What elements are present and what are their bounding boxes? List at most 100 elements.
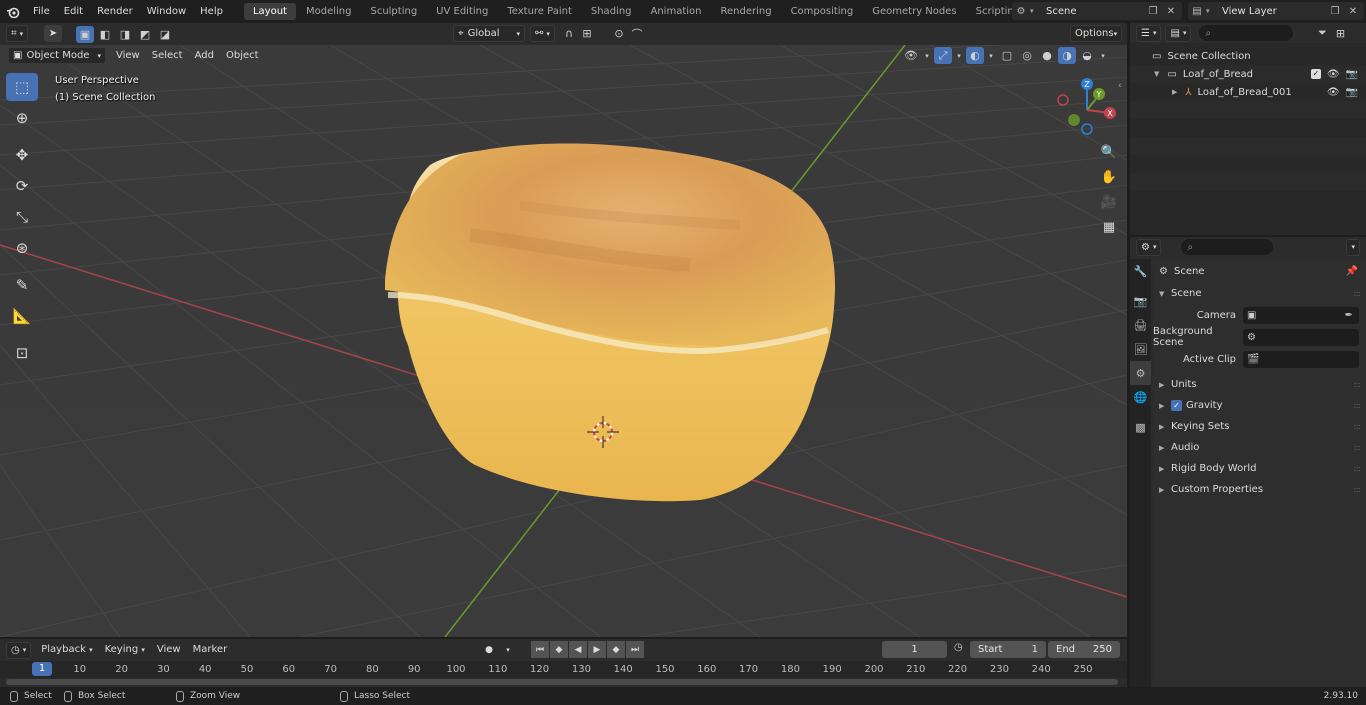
menu-edit[interactable]: Edit: [57, 0, 90, 23]
exclude-checkbox[interactable]: ✓: [1310, 68, 1321, 79]
navigation-gizmo[interactable]: Z Y X: [1052, 75, 1122, 145]
drag-grip-icon[interactable]: ::::: [1353, 485, 1361, 494]
tab-sculpting[interactable]: Sculpting: [361, 3, 426, 20]
select-subtract-icon[interactable]: ◨: [116, 26, 134, 43]
tab-layout[interactable]: Layout: [243, 3, 296, 20]
view-layer-tab-icon[interactable]: 🖼: [1130, 337, 1151, 361]
move-tool-icon[interactable]: ✥: [6, 141, 38, 169]
world-tab-icon[interactable]: 🌐: [1130, 385, 1151, 409]
filter-icon[interactable]: ⏷: [1313, 25, 1331, 42]
audio-panel-header[interactable]: ▶ Audio ::::: [1153, 437, 1366, 458]
snap-toggle-icon[interactable]: ∩: [560, 25, 578, 42]
timeline-ruler[interactable]: 1102030405060708090100110120130140150160…: [0, 661, 1127, 678]
tab-texture-paint[interactable]: Texture Paint: [498, 3, 581, 20]
current-frame-field[interactable]: 1: [882, 641, 947, 658]
mode-dropdown[interactable]: ▣ Object Mode ▾: [8, 47, 106, 64]
select-extend-icon[interactable]: ◧: [96, 26, 114, 43]
keying-sets-panel-header[interactable]: ▶ Keying Sets ::::: [1153, 416, 1366, 437]
menu-render[interactable]: Render: [90, 0, 140, 23]
chevron-down-icon[interactable]: ▾: [986, 47, 996, 64]
eye-icon[interactable]: 👁: [1327, 69, 1340, 80]
menu-select[interactable]: Select: [146, 47, 189, 65]
play-reverse-icon[interactable]: ◀: [569, 641, 587, 658]
solid-shading-icon[interactable]: ●: [1038, 47, 1056, 64]
menu-marker[interactable]: Marker: [187, 641, 234, 659]
rendered-shading-icon[interactable]: ◒: [1078, 47, 1096, 64]
rigid-body-panel-header[interactable]: ▶ Rigid Body World ::::: [1153, 458, 1366, 479]
menu-playback[interactable]: Playback ▾: [35, 641, 98, 659]
menu-window[interactable]: Window: [140, 0, 193, 23]
zoom-icon[interactable]: 🔍: [1098, 141, 1120, 163]
properties-search-input[interactable]: ⌕: [1181, 239, 1274, 255]
pivot-point-dropdown[interactable]: ⚯ ▾: [530, 25, 555, 42]
drag-grip-icon[interactable]: ::::: [1353, 401, 1361, 410]
chevron-down-icon[interactable]: ▾: [954, 47, 964, 64]
expand-down-icon[interactable]: ▼: [1154, 70, 1159, 78]
visibility-icon[interactable]: 👁: [902, 47, 920, 64]
select-new-icon[interactable]: ▣: [76, 26, 94, 43]
select-tool-icon[interactable]: ➤: [44, 25, 62, 42]
menu-keying[interactable]: Keying ▾: [99, 641, 151, 659]
copy-view-layer-icon[interactable]: ❐: [1326, 2, 1344, 20]
transform-orientation-dropdown[interactable]: ⌖ Global ▾: [453, 25, 525, 42]
chevron-down-icon[interactable]: ▾: [499, 641, 517, 658]
tab-uv-editing[interactable]: UV Editing: [427, 3, 497, 20]
jump-start-icon[interactable]: ⏮: [531, 641, 549, 658]
gravity-panel-header[interactable]: ▶ ✓ Gravity ::::: [1153, 395, 1366, 416]
scene-panel-header[interactable]: ▼ Scene ::::: [1153, 283, 1366, 304]
editor-type-button[interactable]: ⌗ ▾: [6, 25, 29, 42]
menu-timeline-view[interactable]: View: [151, 641, 187, 659]
gravity-checkbox[interactable]: ✓: [1171, 400, 1182, 411]
xray-toggle-icon[interactable]: ▢: [998, 47, 1016, 64]
pan-hand-icon[interactable]: ✋: [1098, 166, 1120, 188]
gizmo-toggle-icon[interactable]: ⤢: [934, 47, 952, 64]
camera-view-icon[interactable]: 🎥: [1098, 191, 1120, 213]
tab-compositing[interactable]: Compositing: [782, 3, 863, 20]
chevron-down-icon[interactable]: ▾: [1098, 47, 1108, 64]
prev-keyframe-icon[interactable]: ◆: [550, 641, 568, 658]
select-intersect-icon[interactable]: ◪: [156, 26, 174, 43]
scene-selector[interactable]: ⚙ ▾ Scene ❐ ✕: [1012, 2, 1182, 20]
record-icon[interactable]: ●: [480, 641, 498, 658]
3d-viewport[interactable]: ▣ Object Mode ▾ View Select Add Object 👁…: [0, 45, 1127, 637]
display-mode-dropdown[interactable]: ▤ ▾: [1165, 24, 1192, 42]
preview-range-icon[interactable]: ◷: [954, 642, 963, 653]
pin-icon[interactable]: 📌: [1346, 266, 1358, 277]
next-keyframe-icon[interactable]: ◆: [607, 641, 625, 658]
custom-properties-panel-header[interactable]: ▶ Custom Properties ::::: [1153, 479, 1366, 500]
texture-tab-icon[interactable]: ▩: [1130, 415, 1151, 439]
view-layer-selector[interactable]: ▤ ▾ View Layer ❐ ✕: [1188, 2, 1364, 20]
timeline-editor-type[interactable]: ◷ ▾: [6, 641, 32, 659]
tab-shading[interactable]: Shading: [582, 3, 641, 20]
outliner-row-loaf-object[interactable]: ▶ ⅄ Loaf_of_Bread_001 👁 📷: [1130, 83, 1366, 101]
properties-editor-type[interactable]: ⚙ ▾: [1136, 238, 1162, 256]
rotate-tool-icon[interactable]: ⟳: [6, 172, 38, 200]
falloff-icon[interactable]: ⌒: [628, 25, 646, 42]
properties-options-dropdown[interactable]: ▾: [1346, 238, 1360, 256]
menu-help[interactable]: Help: [193, 0, 230, 23]
drag-grip-icon[interactable]: ::::: [1353, 422, 1361, 431]
drag-grip-icon[interactable]: ::::: [1353, 443, 1361, 452]
options-dropdown[interactable]: Options ▾: [1070, 25, 1122, 42]
close-icon[interactable]: ✕: [1344, 2, 1362, 20]
end-frame-field[interactable]: End 250: [1048, 641, 1120, 658]
cursor-tool-icon[interactable]: ⊕: [6, 104, 38, 132]
drag-grip-icon[interactable]: ::::: [1353, 464, 1361, 473]
close-icon[interactable]: ✕: [1162, 2, 1180, 20]
units-panel-header[interactable]: ▶ Units ::::: [1153, 374, 1366, 395]
new-collection-icon[interactable]: ⊞: [1331, 25, 1349, 42]
timeline-scrollbar[interactable]: [6, 679, 1118, 685]
eye-icon[interactable]: 👁: [1327, 87, 1340, 98]
transform-tool-icon[interactable]: ⊛: [6, 234, 38, 262]
blender-logo-icon[interactable]: [0, 0, 26, 23]
outliner-editor-type[interactable]: ☰ ▾: [1136, 24, 1162, 42]
drag-grip-icon[interactable]: ::::: [1353, 289, 1361, 298]
select-invert-icon[interactable]: ◩: [136, 26, 154, 43]
play-icon[interactable]: ▶: [588, 641, 606, 658]
material-shading-icon[interactable]: ◑: [1058, 47, 1076, 64]
background-scene-field[interactable]: ⚙: [1243, 328, 1359, 346]
tab-modeling[interactable]: Modeling: [297, 3, 361, 20]
wireframe-shading-icon[interactable]: ◎: [1018, 47, 1036, 64]
ortho-grid-icon[interactable]: ▦: [1098, 216, 1120, 238]
start-frame-field[interactable]: Start 1: [970, 641, 1046, 658]
